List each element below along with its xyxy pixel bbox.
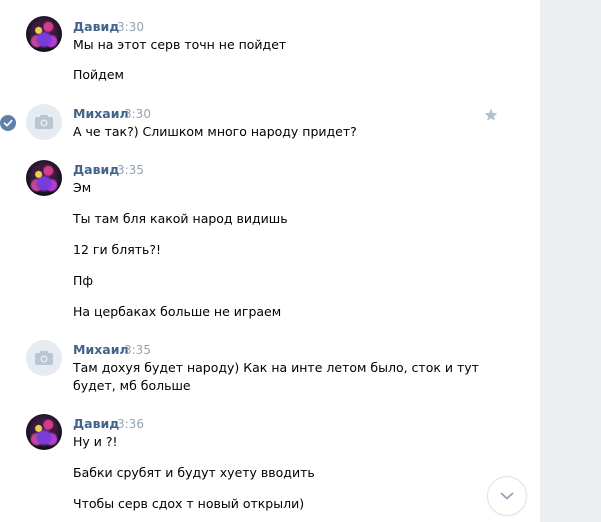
message-time[interactable]: 3:30 — [124, 107, 151, 121]
author-name[interactable]: Давид — [73, 162, 119, 177]
message-text: Там дохуя будет народу) Как на инте лето… — [73, 360, 479, 375]
avatar-mikhail[interactable] — [26, 340, 62, 376]
message-time[interactable]: 3:30 — [117, 20, 144, 34]
message-time[interactable]: 3:35 — [124, 343, 151, 357]
message-text: Чтобы серв сдох т новый открыли) — [73, 496, 305, 511]
message-text: будет, мб больше — [73, 378, 191, 393]
message-time[interactable]: 3:36 — [117, 417, 144, 431]
message-text: Пойдем — [73, 67, 124, 82]
camera-icon — [35, 351, 53, 365]
avatar-david[interactable] — [26, 414, 62, 450]
message-text: 12 ги блять?! — [73, 242, 162, 257]
author-name[interactable]: Давид — [73, 19, 119, 34]
message-text: Бабки срубят и будут хуету вводить — [73, 465, 315, 480]
author-name[interactable]: Михаил — [73, 106, 129, 121]
scroll-down-button[interactable] — [488, 477, 526, 515]
message-text: Ну и ?! — [73, 434, 118, 449]
camera-icon — [35, 115, 53, 129]
star-icon[interactable] — [484, 108, 498, 122]
avatar-david[interactable] — [26, 16, 62, 52]
message-time[interactable]: 3:35 — [117, 163, 144, 177]
check-circle-icon[interactable] — [0, 115, 16, 131]
author-name[interactable]: Давид — [73, 416, 119, 431]
message-text: Мы на этот серв точн не пойдет — [73, 37, 287, 52]
author-name[interactable]: Михаил — [73, 342, 129, 357]
message-text: Пф — [73, 273, 94, 288]
message-text: На цербаках больше не играем — [73, 304, 282, 319]
message-text: Ты там бля какой народ видишь — [73, 211, 288, 226]
avatar-david[interactable] — [26, 160, 62, 196]
message-text: Эм — [73, 180, 92, 195]
chevron-down-icon — [500, 492, 514, 500]
message-text: А че так?) Слишком много народу придет? — [73, 124, 357, 139]
right-gutter — [540, 0, 601, 522]
avatar-mikhail[interactable] — [26, 104, 62, 140]
